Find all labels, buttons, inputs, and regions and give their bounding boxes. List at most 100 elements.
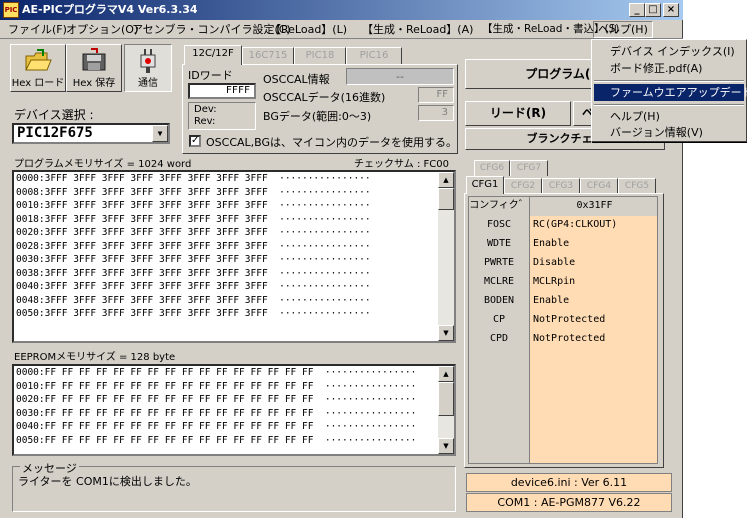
scroll-down-icon[interactable]: ▼ <box>438 438 454 454</box>
hex-load-label: Hex ロード <box>11 78 65 89</box>
scroll-thumb[interactable] <box>438 382 454 416</box>
tab-12c-12f[interactable]: 12C/12F <box>184 45 242 65</box>
table-row[interactable]: PWRTE Disable <box>469 254 657 273</box>
list-item[interactable]: 0000:3FFF 3FFF 3FFF 3FFF 3FFF 3FFF 3FFF … <box>14 172 454 186</box>
scroll-thumb[interactable] <box>438 188 454 210</box>
list-item[interactable]: 0010:3FFF 3FFF 3FFF 3FFF 3FFF 3FFF 3FFF … <box>14 199 454 213</box>
device-ini-status: device6.ini : Ver 6.11 <box>466 473 672 492</box>
scroll-up-icon[interactable]: ▲ <box>438 172 454 188</box>
list-item[interactable]: 0030:FF FF FF FF FF FF FF FF FF FF FF FF… <box>14 407 454 421</box>
tab-cfg4[interactable]: CFG4 <box>580 178 618 194</box>
list-item[interactable]: 0040:3FFF 3FFF 3FFF 3FFF 3FFF 3FFF 3FFF … <box>14 280 454 294</box>
tab-cfg2[interactable]: CFG2 <box>504 178 542 194</box>
menu-generate-reload[interactable]: 【生成・ReLoad】(A) <box>358 21 477 38</box>
list-item[interactable]: 0050:3FFF 3FFF 3FFF 3FFF 3FFF 3FFF 3FFF … <box>14 307 454 321</box>
scroll-up-icon[interactable]: ▲ <box>438 366 454 382</box>
tab-16c715[interactable]: 16C715 <box>242 47 294 65</box>
id-word-label: IDワード <box>188 69 233 82</box>
menu-item-firmware-update[interactable]: ファームウエアアップデート <box>594 84 747 101</box>
app-window: PIC AE-PICプログラマV4 Ver6.3.34 _ □ × ファイル(F… <box>0 0 683 518</box>
config-value[interactable]: NotProtected <box>530 311 657 330</box>
maximize-button[interactable]: □ <box>645 3 661 17</box>
table-row[interactable]: FOSC RC(GP4:CLKOUT) <box>469 216 657 235</box>
tab-cfg3[interactable]: CFG3 <box>542 178 580 194</box>
chevron-down-icon[interactable]: ▼ <box>152 125 168 142</box>
list-item[interactable]: 0040:FF FF FF FF FF FF FF FF FF FF FF FF… <box>14 420 454 434</box>
config-value[interactable]: Enable <box>530 292 657 311</box>
title-bar[interactable]: PIC AE-PICプログラマV4 Ver6.3.34 _ □ × <box>0 0 683 20</box>
window-title: AE-PICプログラマV4 Ver6.3.34 <box>22 3 198 16</box>
message-text: ライターを COM1に検出しました。 <box>18 475 197 488</box>
menu-item-device-index[interactable]: デバイス インデックス(I) <box>594 43 744 60</box>
config-name: CPD <box>469 330 530 349</box>
list-item[interactable]: 0000:FF FF FF FF FF FF FF FF FF FF FF FF… <box>14 366 454 380</box>
menu-item-help[interactable]: ヘルプ(H) <box>594 108 744 125</box>
program-memory-scrollbar[interactable]: ▲ ▼ <box>438 172 454 341</box>
osccal-checkbox[interactable]: ✓ <box>189 135 201 147</box>
menu-file[interactable]: ファイル(F) <box>4 21 71 38</box>
osccal-info-value: -- <box>346 68 454 85</box>
list-item[interactable]: 0008:3FFF 3FFF 3FFF 3FFF 3FFF 3FFF 3FFF … <box>14 186 454 200</box>
tab-cfg1[interactable]: CFG1 <box>466 176 504 194</box>
config-value[interactable]: MCLRpin <box>530 273 657 292</box>
osccal-data-input[interactable]: FF <box>418 87 454 103</box>
list-item[interactable]: 0020:FF FF FF FF FF FF FF FF FF FF FF FF… <box>14 393 454 407</box>
list-item[interactable]: 0018:3FFF 3FFF 3FFF 3FFF 3FFF 3FFF 3FFF … <box>14 213 454 227</box>
list-item[interactable]: 0010:FF FF FF FF FF FF FF FF FF FF FF FF… <box>14 380 454 394</box>
list-item[interactable]: 0020:3FFF 3FFF 3FFF 3FFF 3FFF 3FFF 3FFF … <box>14 226 454 240</box>
tab-cfg7[interactable]: CFG7 <box>510 160 548 176</box>
config-header-name: コンフィク゛1 <box>469 197 530 229</box>
dev-rev-box: Dev: Rev: <box>188 102 256 130</box>
menu-separator <box>594 104 744 106</box>
tab-pic16[interactable]: PIC16 <box>346 47 402 65</box>
config-name: PWRTE <box>469 254 530 273</box>
table-row[interactable]: CP NotProtected <box>469 311 657 330</box>
table-row <box>469 387 657 406</box>
menu-separator <box>594 80 744 82</box>
table-row[interactable]: WDTE Enable <box>469 235 657 254</box>
eeprom-memory-scrollbar[interactable]: ▲ ▼ <box>438 366 454 454</box>
menu-item-version-info[interactable]: バージョン情報(V) <box>594 124 744 141</box>
config-value[interactable]: Enable <box>530 235 657 254</box>
bg-data-label: BGデータ(範囲:0～3) <box>263 110 372 123</box>
app-icon[interactable]: PIC <box>3 2 19 18</box>
table-row[interactable]: CPD NotProtected <box>469 330 657 349</box>
list-item[interactable]: 0028:3FFF 3FFF 3FFF 3FFF 3FFF 3FFF 3FFF … <box>14 240 454 254</box>
list-item[interactable]: 0038:3FFF 3FFF 3FFF 3FFF 3FFF 3FFF 3FFF … <box>14 267 454 281</box>
id-word-input[interactable]: FFFF <box>188 83 256 99</box>
eeprom-memory-label: EEPROMメモリサイズ = 128 byte <box>14 352 176 363</box>
tab-pic18[interactable]: PIC18 <box>294 47 346 65</box>
list-item[interactable]: 0048:3FFF 3FFF 3FFF 3FFF 3FFF 3FFF 3FFF … <box>14 294 454 308</box>
menu-item-board-fix-pdf[interactable]: ボード修正.pdf(A) <box>594 60 744 77</box>
config-value[interactable]: NotProtected <box>530 330 657 349</box>
menu-reload[interactable]: 【ReLoad】(L) <box>266 21 351 38</box>
device-select[interactable]: PIC12F675 ▼ <box>12 123 170 144</box>
tab-cfg5[interactable]: CFG5 <box>618 178 656 194</box>
minimize-button[interactable]: _ <box>629 3 645 17</box>
list-item[interactable]: 0030:3FFF 3FFF 3FFF 3FFF 3FFF 3FFF 3FFF … <box>14 253 454 267</box>
config-name: WDTE <box>469 235 530 254</box>
config-value[interactable]: RC(GP4:CLKOUT) <box>530 216 657 235</box>
menu-help[interactable]: ヘルプ(H) <box>593 21 653 38</box>
disk-save-icon <box>82 48 106 71</box>
program-memory-list[interactable]: 0000:3FFF 3FFF 3FFF 3FFF 3FFF 3FFF 3FFF … <box>12 170 456 343</box>
bg-data-input[interactable]: 3 <box>418 105 454 121</box>
connect-button[interactable]: 通信 <box>124 44 172 92</box>
config-grid[interactable]: コンフィク゛1 0x31FF FOSC RC(GP4:CLKOUT) WDTE … <box>468 196 658 464</box>
help-dropdown-menu: デバイス インデックス(I) ボード修正.pdf(A) ファームウエアアップデー… <box>591 39 747 142</box>
list-item[interactable]: 0050:FF FF FF FF FF FF FF FF FF FF FF FF… <box>14 434 454 448</box>
config-value[interactable]: Disable <box>530 254 657 273</box>
close-button[interactable]: × <box>663 3 679 17</box>
hex-save-button[interactable]: Hex 保存 <box>66 44 122 92</box>
hex-load-button[interactable]: Hex ロード <box>10 44 66 92</box>
read-button[interactable]: リード(R) <box>465 101 571 126</box>
osccal-data-label: OSCCALデータ(16進数) <box>263 91 386 104</box>
eeprom-memory-list[interactable]: 0000:FF FF FF FF FF FF FF FF FF FF FF FF… <box>12 364 456 456</box>
table-row[interactable]: MCLRE MCLRpin <box>469 273 657 292</box>
scroll-down-icon[interactable]: ▼ <box>438 325 454 341</box>
table-row[interactable]: BODEN Enable <box>469 292 657 311</box>
table-row <box>469 406 657 425</box>
config-header-value: 0x31FF <box>530 197 657 216</box>
tab-cfg6[interactable]: CFG6 <box>474 160 510 176</box>
connect-label: 通信 <box>138 78 158 89</box>
